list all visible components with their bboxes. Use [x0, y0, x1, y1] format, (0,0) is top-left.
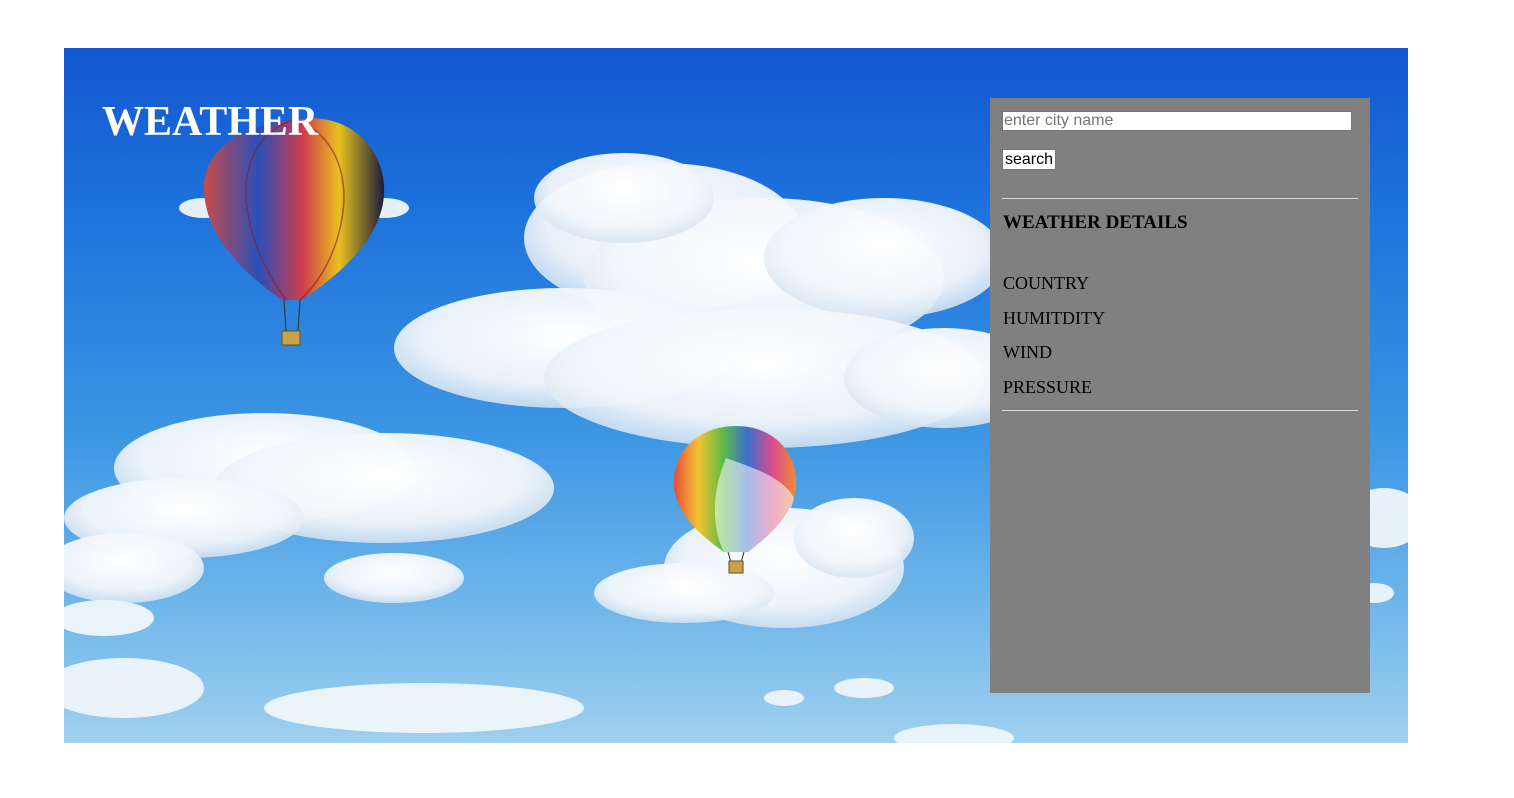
divider-bottom [1002, 410, 1358, 411]
weather-app: WEATHER search WEATHER DETAILS COUNTRY H… [64, 48, 1408, 743]
detail-country: COUNTRY [1003, 273, 1090, 293]
weather-details-heading: WEATHER DETAILS [1003, 212, 1188, 233]
detail-pressure: PRESSURE [1003, 376, 1093, 397]
app-title: WEATHER [102, 99, 319, 145]
weather-panel: search WEATHER DETAILS COUNTRY HUMITDITY… [990, 98, 1370, 693]
weather-details-list: COUNTRY HUMITDITY WIND PRESSURE [1003, 272, 1105, 410]
detail-humidity: HUMITDITY [1003, 307, 1105, 328]
search-button[interactable]: search [1002, 149, 1057, 170]
hot-air-balloon-large [204, 118, 385, 346]
detail-wind: WIND [1003, 342, 1052, 363]
divider-top [1002, 198, 1358, 199]
city-search-input[interactable] [1002, 111, 1352, 131]
